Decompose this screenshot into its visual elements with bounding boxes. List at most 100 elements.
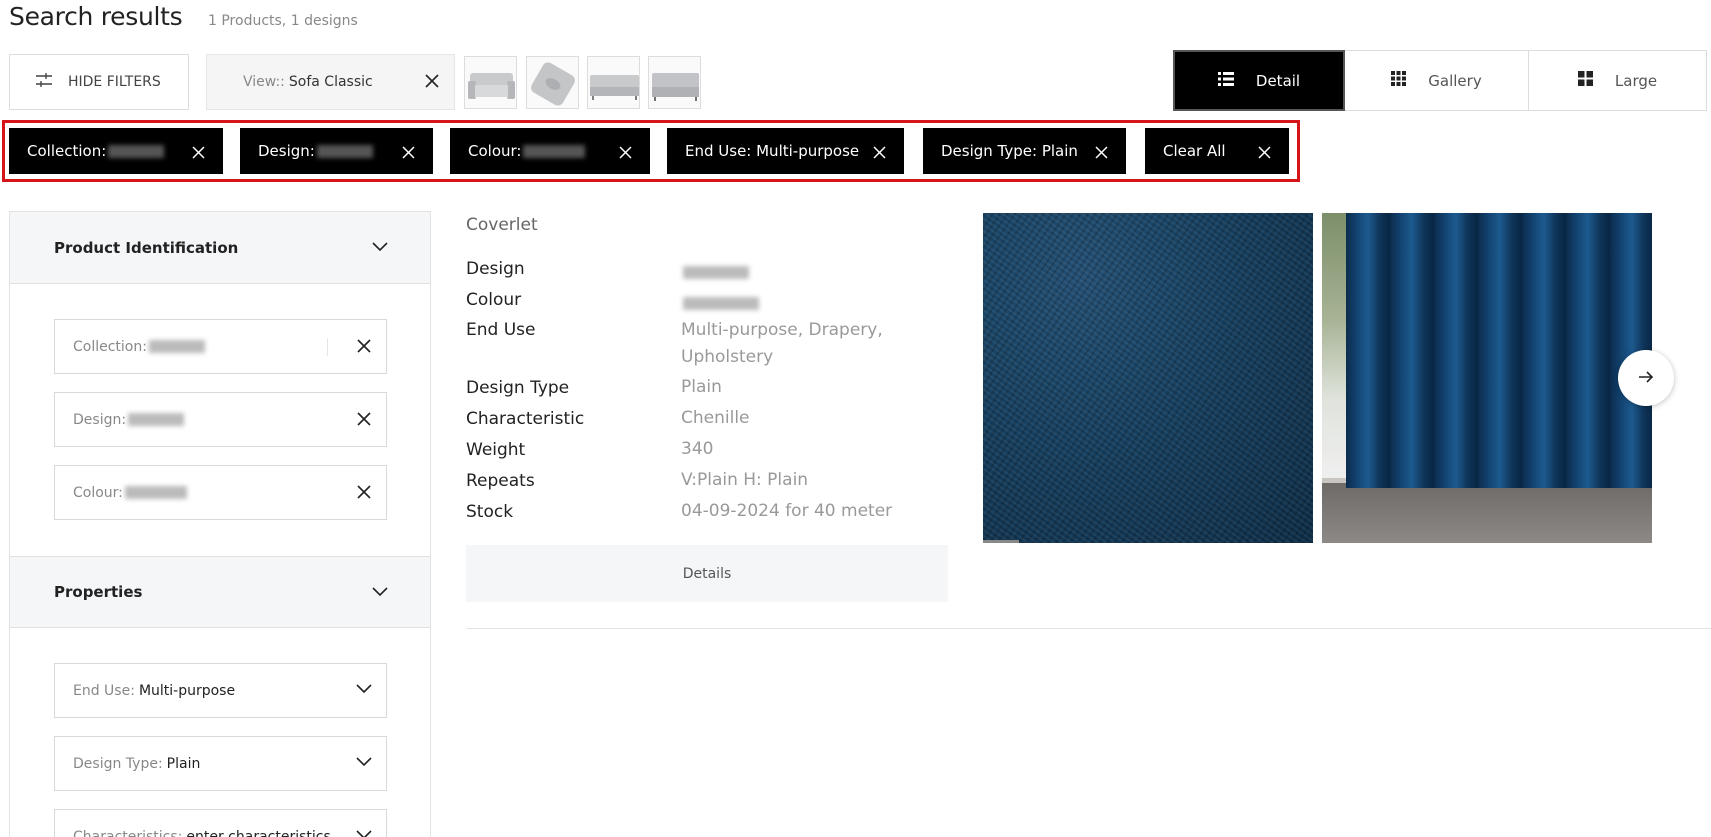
section-title: Product Identification bbox=[54, 238, 239, 257]
large-grid-icon bbox=[1577, 71, 1593, 90]
design-type-select[interactable]: Design Type: Plain bbox=[54, 736, 387, 791]
spec-value-weight: 340 bbox=[681, 439, 714, 459]
field-value: Multi-purpose bbox=[138, 682, 236, 699]
sofa-angle-thumbnail[interactable] bbox=[648, 56, 701, 109]
view-mode-large-label: Large bbox=[1614, 71, 1658, 90]
spec-label-end-use: End Use bbox=[466, 320, 536, 340]
results-count: 1 Products, 1 designs bbox=[208, 13, 358, 29]
view-filter-value: Sofa Classic bbox=[288, 74, 373, 90]
filter-tag-label: Design: bbox=[258, 142, 315, 160]
field-label: Characteristics: bbox=[73, 828, 183, 837]
close-icon[interactable] bbox=[356, 338, 372, 358]
characteristics-select[interactable]: Characteristics: enter characteristics bbox=[54, 809, 387, 837]
spec-value-characteristic: Chenille bbox=[681, 408, 750, 428]
chevron-down-icon bbox=[356, 828, 372, 837]
cushion-thumbnail[interactable] bbox=[526, 56, 579, 109]
filter-tag-label: Clear All bbox=[1163, 142, 1226, 160]
spec-label-repeats: Repeats bbox=[466, 471, 535, 491]
field-value: Plain bbox=[166, 755, 201, 772]
sofa-front-thumbnail[interactable] bbox=[587, 56, 640, 109]
view-filter-chip: View:: Sofa Classic bbox=[206, 54, 455, 110]
colour-field[interactable]: Colour: bbox=[54, 465, 387, 520]
hide-filters-label: HIDE FILTERS bbox=[68, 74, 161, 90]
divider bbox=[466, 628, 1711, 629]
fabric-swatch-image[interactable] bbox=[983, 213, 1313, 543]
arrow-right-icon bbox=[1638, 369, 1654, 388]
sofa-thumbnail[interactable] bbox=[464, 56, 517, 109]
view-mode-large-button[interactable]: Large bbox=[1529, 50, 1707, 111]
spec-label-stock: Stock bbox=[466, 502, 514, 522]
sliders-icon bbox=[36, 73, 52, 91]
spec-label-weight: Weight bbox=[466, 440, 526, 460]
filter-tag-label: Colour: bbox=[468, 142, 522, 160]
view-mode-gallery-button[interactable]: Gallery bbox=[1345, 50, 1529, 111]
filter-tag-end-use[interactable]: End Use: Multi-purpose bbox=[667, 128, 904, 174]
field-label: Design: bbox=[73, 411, 127, 428]
chevron-down-icon bbox=[372, 583, 388, 601]
curtain-room-image[interactable] bbox=[1322, 213, 1652, 543]
collection-field[interactable]: Collection: bbox=[54, 319, 387, 374]
curtain-drape bbox=[1346, 213, 1652, 488]
view-filter-prefix: View:: bbox=[243, 74, 285, 90]
view-mode-detail-button[interactable]: Detail bbox=[1173, 50, 1345, 111]
field-label: End Use: bbox=[73, 682, 135, 699]
section-product-identification[interactable]: Product Identification bbox=[10, 212, 430, 284]
image-progress-bar bbox=[983, 540, 1019, 543]
close-icon[interactable] bbox=[356, 411, 372, 431]
close-icon[interactable] bbox=[402, 145, 415, 163]
spec-label-design-type: Design Type bbox=[466, 378, 570, 398]
spec-label-characteristic: Characteristic bbox=[466, 409, 585, 429]
redacted-value bbox=[108, 144, 165, 158]
product-name: Coverlet bbox=[466, 215, 538, 235]
view-mode-switcher: Detail Gallery Large bbox=[1173, 50, 1707, 111]
field-separator bbox=[327, 338, 328, 356]
filter-tag-colour[interactable]: Colour: bbox=[450, 128, 650, 174]
redacted-value bbox=[148, 340, 205, 353]
filter-tag-design[interactable]: Design: bbox=[240, 128, 433, 174]
end-use-select[interactable]: End Use: Multi-purpose bbox=[54, 663, 387, 718]
spec-label-design: Design bbox=[466, 259, 525, 279]
chevron-down-icon bbox=[372, 238, 388, 256]
field-label: Colour: bbox=[73, 484, 123, 501]
chevron-down-icon bbox=[356, 682, 372, 698]
filter-tag-label: Collection: bbox=[27, 142, 107, 160]
grid-icon bbox=[1391, 71, 1407, 90]
close-icon[interactable] bbox=[356, 484, 372, 504]
redacted-value bbox=[523, 144, 586, 158]
next-image-button[interactable] bbox=[1618, 350, 1674, 406]
redacted-value bbox=[683, 296, 759, 310]
fabric-texture bbox=[983, 213, 1313, 543]
field-label: Design Type: bbox=[73, 755, 163, 772]
page-title: Search results bbox=[9, 2, 183, 31]
spec-value-design bbox=[681, 259, 921, 286]
clear-all-filters-button[interactable]: Clear All bbox=[1145, 128, 1289, 174]
spec-label-colour: Colour bbox=[466, 290, 522, 310]
spec-value-colour bbox=[681, 290, 921, 317]
spec-value-stock: 04-09-2024 for 40 meter bbox=[681, 501, 893, 521]
redacted-value bbox=[124, 486, 187, 499]
section-properties[interactable]: Properties bbox=[10, 556, 430, 628]
filter-tag-design-type[interactable]: Design Type: Plain bbox=[923, 128, 1126, 174]
design-field[interactable]: Design: bbox=[54, 392, 387, 447]
field-label: Collection: bbox=[73, 338, 147, 355]
filter-tag-label: End Use: Multi-purpose bbox=[685, 142, 860, 160]
field-value: enter characteristics bbox=[186, 828, 331, 837]
spec-value-design-type: Plain bbox=[681, 377, 722, 397]
close-icon[interactable] bbox=[192, 145, 205, 163]
close-icon[interactable] bbox=[424, 73, 440, 93]
wood-floor bbox=[1322, 483, 1652, 543]
hide-filters-button[interactable]: HIDE FILTERS bbox=[9, 54, 189, 110]
filter-tag-label: Design Type: Plain bbox=[941, 142, 1078, 160]
close-icon[interactable] bbox=[873, 145, 886, 163]
redacted-value bbox=[683, 265, 749, 279]
close-icon[interactable] bbox=[1258, 145, 1271, 163]
details-button[interactable]: Details bbox=[466, 545, 948, 602]
list-icon bbox=[1217, 71, 1234, 90]
chevron-down-icon bbox=[356, 755, 372, 771]
close-icon[interactable] bbox=[619, 145, 632, 163]
filter-tag-collection[interactable]: Collection: bbox=[9, 128, 223, 174]
spec-value-repeats: V:Plain H: Plain bbox=[681, 470, 809, 490]
close-icon[interactable] bbox=[1095, 145, 1108, 163]
redacted-value bbox=[128, 413, 185, 426]
spec-value-end-use: Multi-purpose, Drapery, Upholstery bbox=[681, 320, 883, 367]
